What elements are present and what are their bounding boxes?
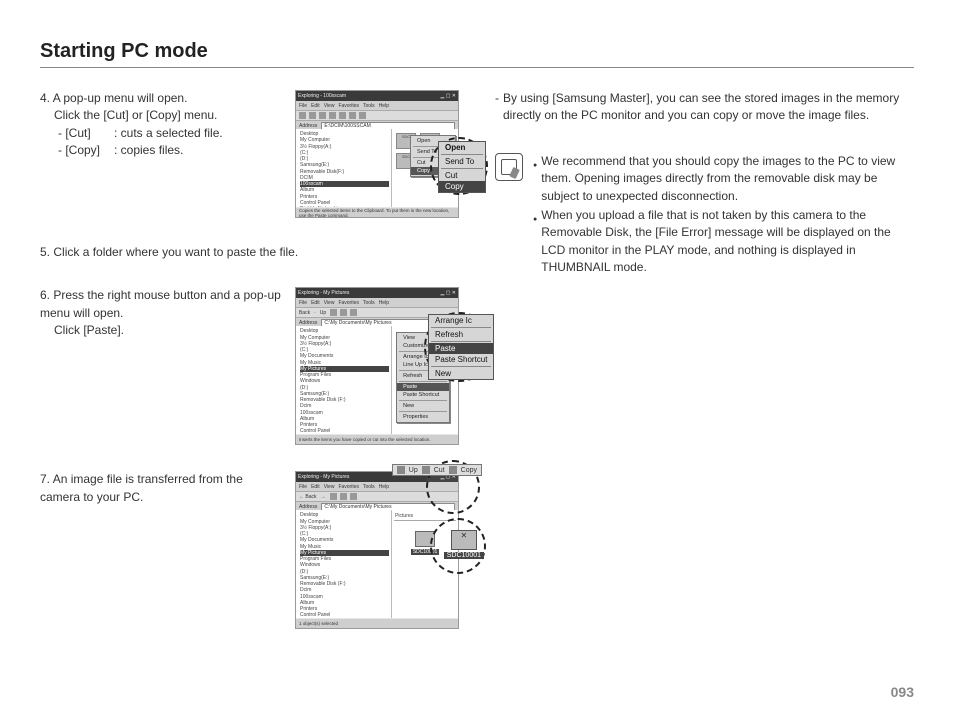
ss3-menubar: File Edit View Favorites Tools Help [296,482,458,492]
step-7-text: An image file is transferred from the ca… [40,472,243,503]
zoom-copy: Copy [439,181,485,192]
step-4-cut: - [Cut] : cuts a selected file. [58,125,281,142]
ss1-menu-view: View [324,103,335,109]
ss1-menu-edit: Edit [311,103,320,109]
cut-icon [422,466,430,474]
ss3-zoom-file: ✕ SDC10001 [444,530,484,559]
note-2: When you upload a file that is not taken… [533,207,914,277]
step-4-text: 4. A pop-up menu will open. Click the [C… [40,90,281,218]
ss1-menu-file: File [299,103,307,109]
ss3-pane-header: Pictures [394,512,456,521]
copy-key: - [Copy] [58,142,114,159]
note-2-text: When you upload a file that is not taken… [541,207,914,277]
bullet-icon [533,207,537,277]
ss3-thumb [415,531,435,547]
note-1-text: We recommend that you should copy the im… [541,153,914,205]
copy-desc: : copies files. [114,142,183,159]
ss3-zoom-toolbar: Up Cut Copy [392,464,482,476]
step-6: 6. Press the right mouse button and a po… [40,287,459,445]
screenshot-explorer-transferred: Exploring - My Pictures ▁ ▢ ✕ File Edit … [295,471,459,629]
ss2-titlebar: Exploring - My Pictures ▁ ▢ ✕ [296,288,458,298]
ss1-zoom-menu: Open Send To Cut Copy [438,141,486,193]
ss2-zoom-menu: Arrange Ic Refresh Paste Paste Shortcut … [428,314,494,380]
ss3-filepane: Pictures SDC10001 [392,510,458,618]
ss1-body: Desktop My Computer 3½ Floppy(A:) (C:) (… [296,129,458,207]
ss1-menu-tools: Tools [363,103,375,109]
copy-icon [449,466,457,474]
ss2-statusbar: Inserts the items you have copied or cut… [296,435,458,444]
note-1: We recommend that you should copy the im… [533,153,914,205]
step-7-number: 7. [40,472,50,486]
left-column: 4. A pop-up menu will open. Click the [C… [40,90,459,655]
up-icon [397,466,405,474]
ss3-toolbar: ← Back→ [296,492,458,502]
step-5: 5. Click a folder where you want to past… [40,244,459,261]
ss1-title: Exploring - 100sscam [298,93,346,99]
zoom-sendto: Send To [439,156,485,167]
step-4: 4. A pop-up menu will open. Click the [C… [40,90,459,218]
right-intro-text: By using [Samsung Master], you can see t… [503,90,914,125]
step-5-number: 5. [40,245,50,259]
step-7: 7. An image file is transferred from the… [40,471,459,629]
ss2-tree: Desktop My Computer 3½ Floppy(A:) (C:) M… [296,326,392,434]
ss2-menubar: File Edit View Favorites Tools Help [296,298,458,308]
ss1-statusbar: Copies the selected items to the Clipboa… [296,208,458,217]
step-4-line2: Click the [Cut] or [Copy] menu. [40,107,217,124]
ss3-statusbar: 1 object(s) selected [296,619,458,628]
step-4-copy: - [Copy] : copies files. [58,142,281,159]
page-title: Starting PC mode [40,40,914,68]
right-intro: By using [Samsung Master], you can see t… [495,90,914,125]
cut-key: - [Cut] [58,125,114,142]
cut-desc: : cuts a selected file. [114,125,223,142]
ss3-body: Desktop My Computer 3½ Floppy(A:) (C:) M… [296,510,458,618]
zoom-cut: Cut [439,170,485,181]
ss1-titlebar: Exploring - 100sscam ▁ ▢ ✕ [296,91,458,101]
note-bullets: We recommend that you should copy the im… [533,153,914,279]
ss1-menu-fav: Favorites [338,103,359,109]
ss3-tree: Desktop My Computer 3½ Floppy(A:) (C:) M… [296,510,392,618]
two-column-layout: 4. A pop-up menu will open. Click the [C… [40,90,914,655]
page-number: 093 [891,684,914,700]
ss1-menu-help: Help [379,103,389,109]
right-column: By using [Samsung Master], you can see t… [495,90,914,655]
zoom-open: Open [439,142,485,153]
step-4-intro: A pop-up menu will open. [53,91,188,105]
bullet-icon [533,153,537,205]
screenshot-explorer-paste: Exploring - My Pictures ▁ ▢ ✕ File Edit … [295,287,459,445]
ss2-title: Exploring - My Pictures [298,290,349,296]
ss3-file-name: SDC10001 [411,549,439,555]
note-block: We recommend that you should copy the im… [495,153,914,279]
step-5-text: Click a folder where you want to paste t… [53,245,298,259]
manual-page: Starting PC mode 4. A pop-up menu will o… [0,0,954,720]
ss1-window-controls: ▁ ▢ ✕ [440,93,456,99]
ss1-tree: Desktop My Computer 3½ Floppy(A:) (C:) (… [296,129,392,207]
ss1-toolbar [296,111,458,121]
ss3-title: Exploring - My Pictures [298,474,349,480]
step-6-line1: Press the right mouse button and a pop-u… [40,288,281,319]
screenshot-explorer-cut-copy: Exploring - 100sscam ▁ ▢ ✕ File Edit Vie… [295,90,459,218]
step-6-number: 6. [40,288,50,302]
ss2-window-controls: ▁ ▢ ✕ [440,290,456,296]
dash-icon [495,90,499,125]
note-icon [495,153,523,181]
step-4-number: 4. [40,91,50,105]
step-6-line2: Click [Paste]. [40,322,124,339]
ss1-menubar: File Edit View Favorites Tools Help [296,101,458,111]
